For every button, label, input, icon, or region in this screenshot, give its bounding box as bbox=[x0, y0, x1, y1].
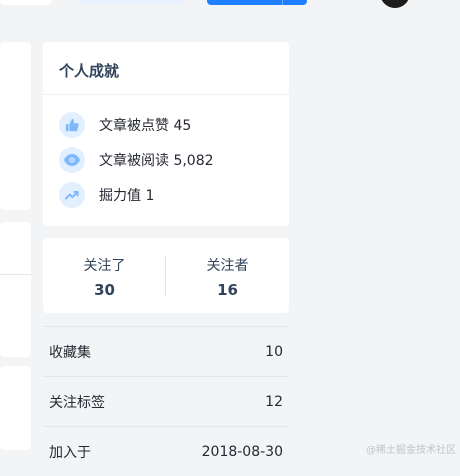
achievement-power: 掘力值 1 bbox=[59, 182, 154, 208]
main-content-card bbox=[0, 222, 31, 357]
stat-value: 12 bbox=[265, 393, 283, 410]
achievements-card: 个人成就 文章被点赞 45 文章被阅读 5,082 掘力值 1 bbox=[43, 42, 289, 226]
following-count: 30 bbox=[94, 281, 115, 299]
thumbs-up-icon bbox=[59, 112, 85, 138]
header-secondary-button[interactable] bbox=[78, 0, 183, 5]
followers-link[interactable]: 关注者 16 bbox=[166, 238, 289, 313]
stat-label: 收藏集 bbox=[49, 344, 91, 361]
watermark: @稀土掘金技术社区 bbox=[366, 445, 456, 456]
eye-icon bbox=[59, 147, 85, 173]
main-content-card bbox=[0, 366, 31, 450]
achievement-reads-text: 文章被阅读 5,082 bbox=[99, 153, 214, 169]
stat-value: 10 bbox=[265, 343, 283, 360]
achievement-likes: 文章被点赞 45 bbox=[59, 112, 191, 138]
stat-joined: 加入于 2018-08-30 bbox=[43, 426, 289, 476]
achievement-likes-text: 文章被点赞 45 bbox=[99, 118, 192, 134]
followers-label: 关注者 bbox=[206, 258, 249, 274]
achievements-title: 个人成就 bbox=[59, 62, 120, 80]
primary-button-divider bbox=[282, 0, 283, 5]
stat-label: 加入于 bbox=[49, 444, 91, 461]
header-button[interactable] bbox=[0, 0, 52, 5]
divider bbox=[43, 94, 289, 95]
following-label: 关注了 bbox=[83, 258, 126, 274]
achievement-power-text: 掘力值 1 bbox=[99, 188, 155, 204]
stat-label: 关注标签 bbox=[49, 394, 105, 411]
stat-value: 2018-08-30 bbox=[201, 443, 283, 460]
stat-collections[interactable]: 收藏集 10 bbox=[43, 326, 289, 376]
followers-count: 16 bbox=[217, 281, 238, 299]
header-primary-button[interactable] bbox=[207, 0, 307, 5]
avatar[interactable] bbox=[380, 0, 410, 8]
follow-card: 关注了 30 关注者 16 bbox=[43, 238, 289, 313]
stat-tags[interactable]: 关注标签 12 bbox=[43, 376, 289, 426]
achievement-reads: 文章被阅读 5,082 bbox=[59, 147, 214, 173]
main-content-card bbox=[0, 42, 31, 210]
divider bbox=[0, 274, 31, 275]
trending-up-icon bbox=[59, 182, 85, 208]
following-link[interactable]: 关注了 30 bbox=[43, 238, 166, 313]
